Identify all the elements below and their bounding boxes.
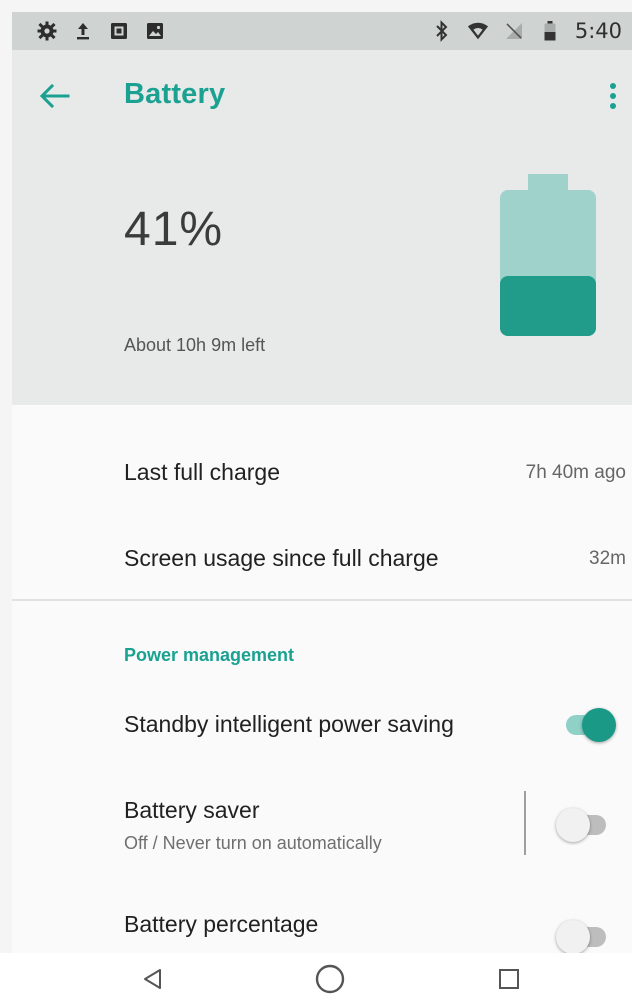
- battery-cap: [528, 174, 568, 192]
- standby-power-saving-toggle[interactable]: [560, 705, 616, 745]
- navigation-bar: [0, 953, 632, 1000]
- bluetooth-icon: [431, 20, 453, 42]
- battery-time-remaining: About 10h 9m left: [124, 335, 266, 355]
- battery-percent: 41%: [124, 203, 224, 256]
- toggle-thumb: [582, 708, 616, 742]
- vertical-separator: [524, 791, 526, 855]
- divider: [12, 599, 632, 601]
- row-title: Standby intelligent power saving: [124, 711, 454, 737]
- image-icon: [144, 20, 166, 42]
- toggle-thumb: [556, 808, 590, 842]
- standby-power-saving-row[interactable]: Standby intelligent power saving: [12, 687, 632, 767]
- battery-percentage-row[interactable]: Battery percentage: [12, 895, 632, 954]
- row-value: 32m: [589, 548, 626, 569]
- toggle-thumb: [556, 920, 590, 954]
- battery-header: Battery 41% About 10h 9m left: [12, 50, 632, 405]
- battery-icon: [539, 20, 561, 42]
- battery-saver-toggle[interactable]: [556, 805, 612, 845]
- battery-settings-screen: 5:40 Battery 41% About 10h 9m left Last …: [0, 0, 632, 1000]
- section-title-power-management: Power management: [124, 645, 295, 665]
- status-notification-icons: [36, 20, 166, 42]
- back-nav-icon[interactable]: [133, 959, 173, 999]
- status-bar: 5:40: [12, 12, 632, 50]
- back-arrow-icon[interactable]: [34, 76, 74, 116]
- battery-saver-row[interactable]: Battery saver Off / Never turn on automa…: [12, 781, 632, 871]
- no-sim-icon: [503, 20, 525, 42]
- row-title: Battery saver: [124, 797, 260, 823]
- page-title: Battery: [124, 78, 226, 110]
- home-nav-icon[interactable]: [310, 959, 350, 999]
- recents-nav-icon[interactable]: [489, 959, 529, 999]
- battery-level-graphic: [500, 174, 596, 336]
- last-full-charge-row[interactable]: Last full charge 7h 40m ago: [12, 435, 632, 515]
- row-title: Battery percentage: [124, 911, 319, 937]
- more-options-icon[interactable]: [598, 74, 628, 118]
- row-value: 7h 40m ago: [525, 462, 626, 483]
- status-time: 5:40: [574, 19, 622, 43]
- battery-fill: [500, 276, 596, 336]
- wifi-icon: [467, 20, 489, 42]
- battery-settings-list: Last full charge 7h 40m ago Screen usage…: [12, 405, 632, 954]
- screen-usage-row[interactable]: Screen usage since full charge 32m: [12, 519, 632, 599]
- photo-icon: [108, 20, 130, 42]
- status-system-icons: 5:40: [431, 19, 622, 43]
- row-title: Screen usage since full charge: [124, 545, 439, 571]
- battery-percentage-toggle[interactable]: [556, 917, 612, 957]
- row-summary: Off / Never turn on automatically: [124, 833, 382, 853]
- upload-icon: [72, 20, 94, 42]
- row-title: Last full charge: [124, 459, 280, 485]
- gear-icon: [36, 20, 58, 42]
